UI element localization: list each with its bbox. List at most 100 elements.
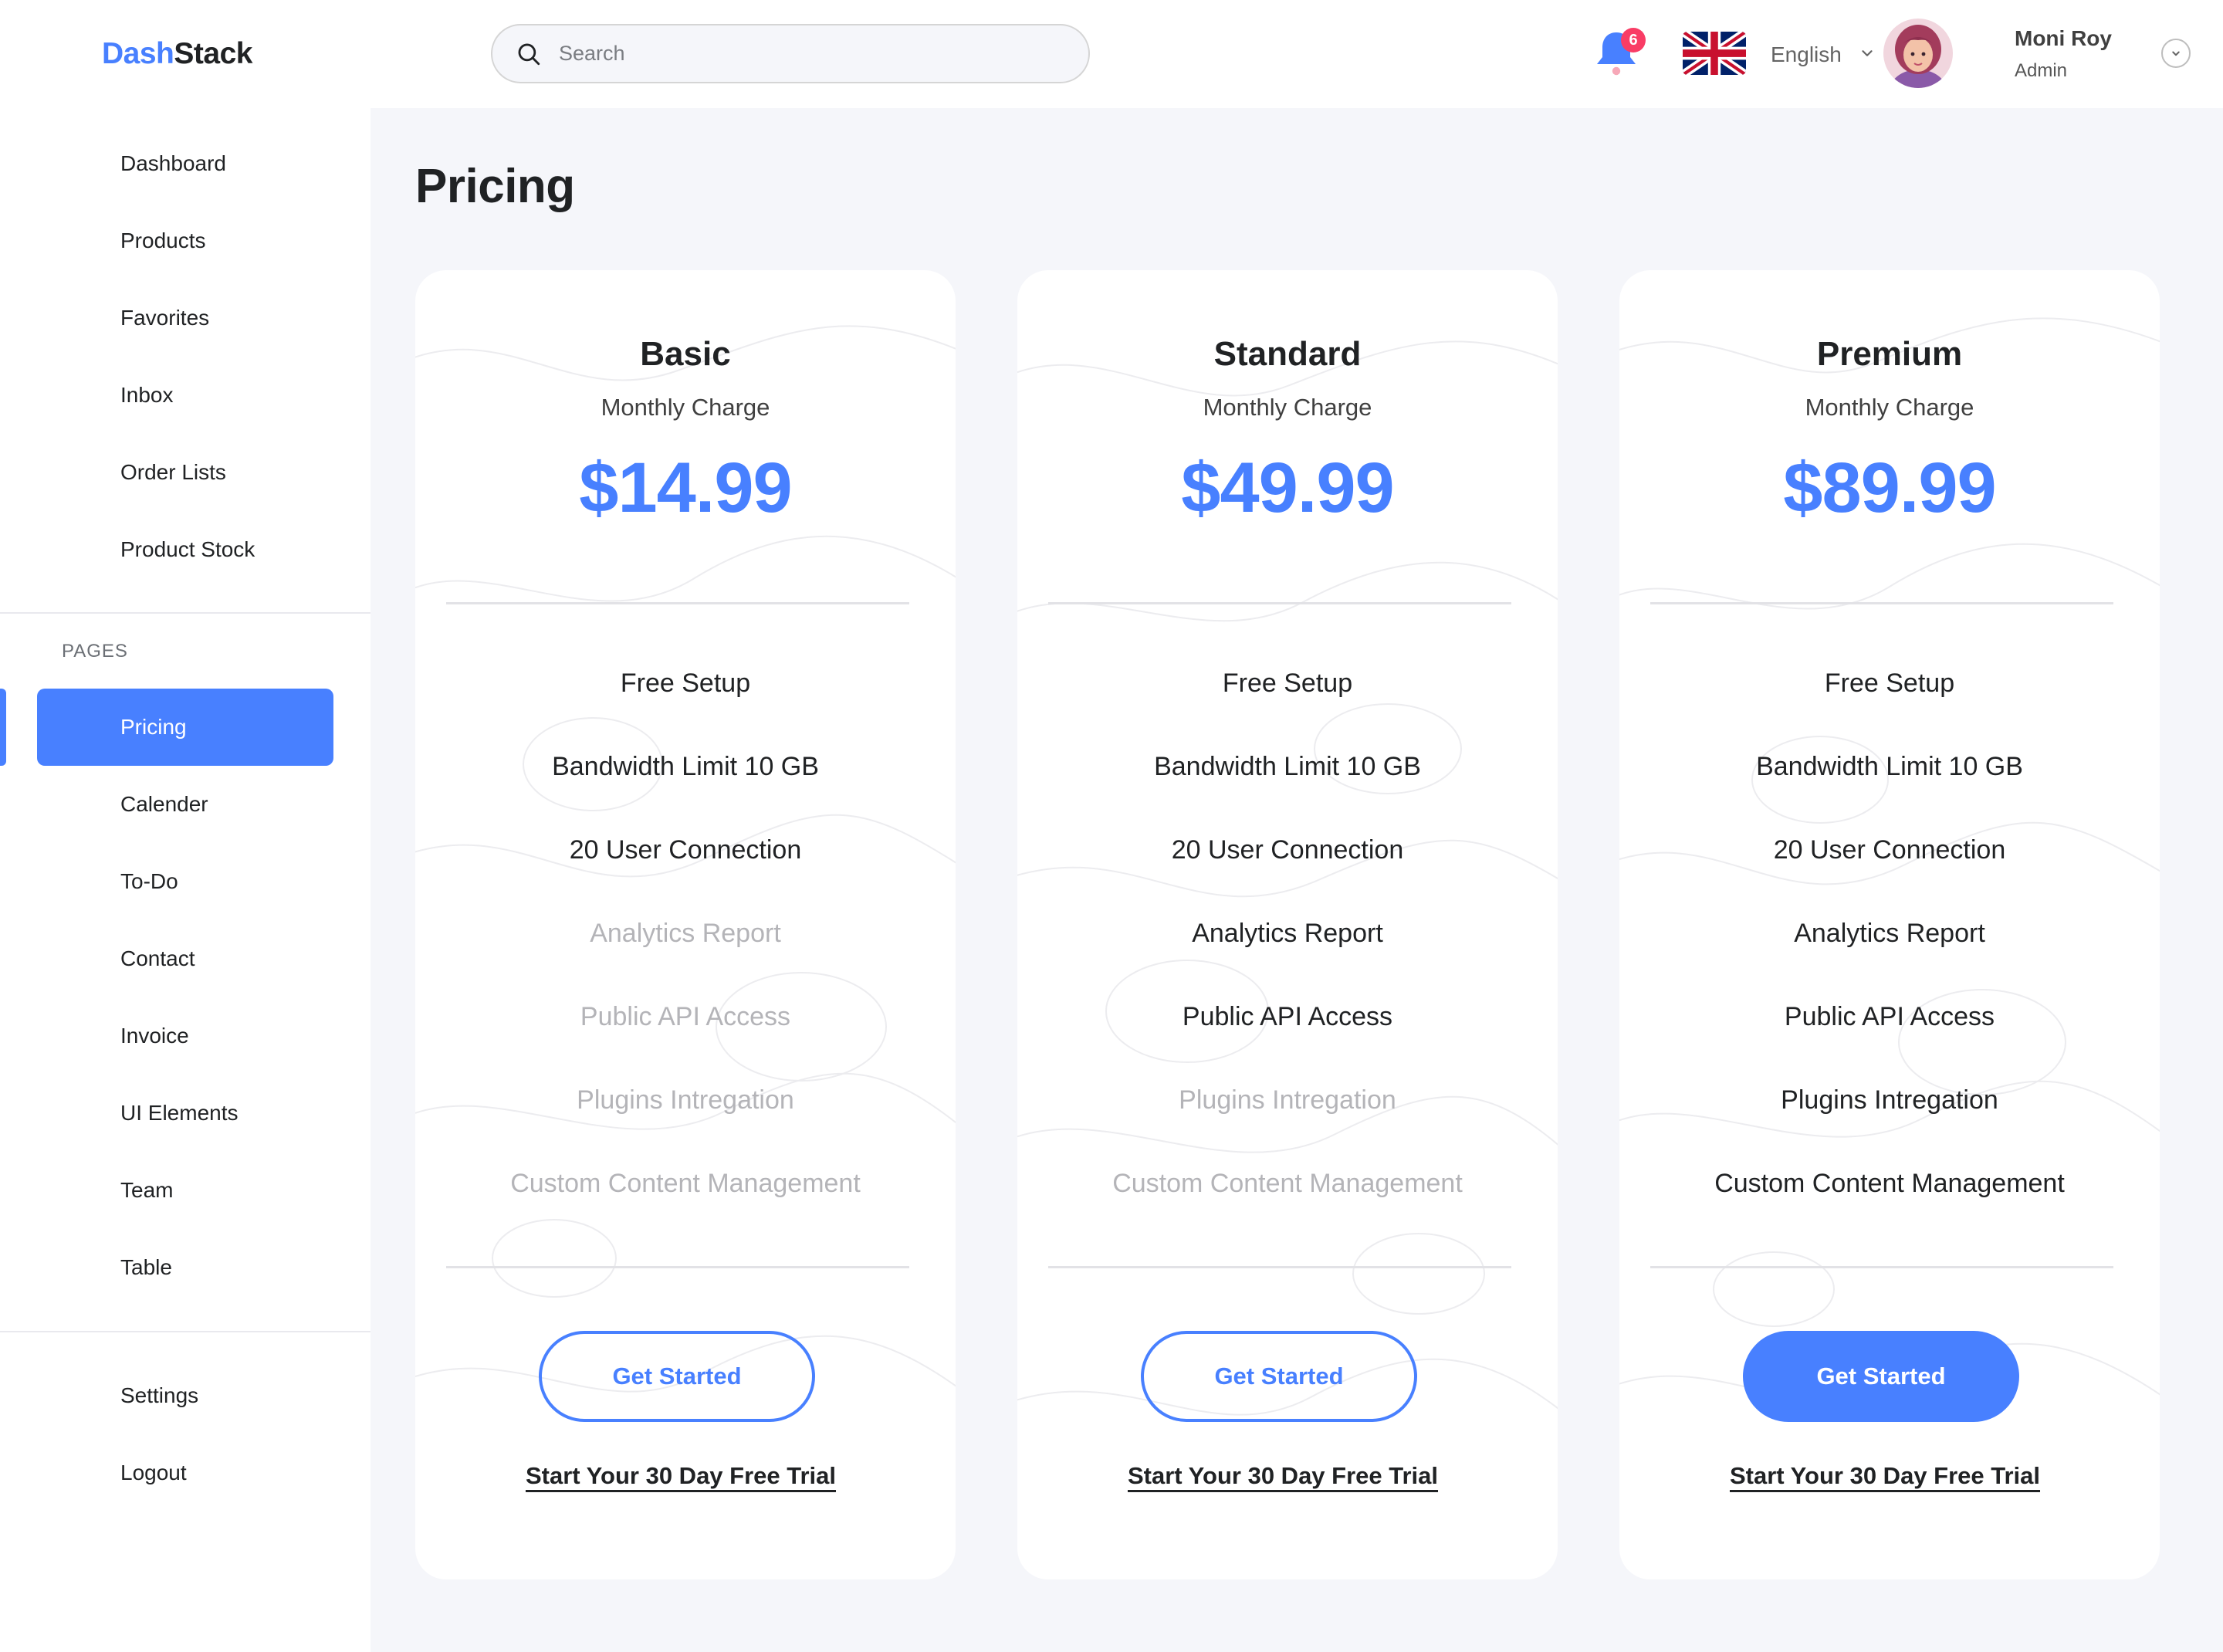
sidebar-item-favorites[interactable]: Favorites: [37, 279, 333, 357]
feature-item: Public API Access: [1182, 1002, 1393, 1031]
plan-price: $89.99: [1783, 449, 1996, 527]
plan-subtitle: Monthly Charge: [1203, 394, 1372, 421]
plan-name: Premium: [1816, 335, 1963, 373]
sidebar-item-label: Products: [120, 229, 206, 252]
sidebar-item-invoice[interactable]: Invoice: [37, 997, 333, 1075]
feature-item: Analytics Report: [590, 919, 781, 948]
sidebar-item-label: Dashboard: [120, 151, 226, 175]
feature-item: Bandwidth Limit 10 GB: [1756, 752, 2023, 781]
sidebar-item-label: Contact: [120, 946, 195, 970]
feature-item: Public API Access: [580, 1002, 791, 1031]
user-name: Moni Roy: [2015, 26, 2112, 50]
plan-subtitle: Monthly Charge: [1805, 394, 1974, 421]
brand-logo-part1: Dash: [102, 37, 174, 70]
page-title: Pricing: [415, 160, 575, 213]
get-started-button[interactable]: Get Started: [1141, 1331, 1417, 1422]
sidebar-item-logout[interactable]: Logout: [37, 1434, 333, 1512]
sidebar-item-label: Favorites: [120, 306, 210, 330]
sidebar-item-label: Table: [120, 1255, 172, 1279]
chevron-down-icon: [2172, 51, 2180, 56]
sidebar-item-product-stock[interactable]: Product Stock: [37, 511, 333, 588]
free-trial-link[interactable]: Start Your 30 Day Free Trial: [1128, 1462, 1438, 1489]
search-icon: [518, 43, 540, 65]
sidebar-item-label: Team: [120, 1178, 174, 1202]
sidebar-item-inbox[interactable]: Inbox: [37, 357, 333, 434]
search-bar[interactable]: [491, 24, 1090, 83]
free-trial-row: Start Your 30 Day Free Trial: [1017, 1462, 1558, 1490]
card-divider: [446, 602, 909, 604]
card-divider: [1048, 1266, 1511, 1268]
sidebar-item-label: Settings: [120, 1383, 199, 1407]
sidebar: DashStack Dashboard Products Favorites I…: [0, 0, 370, 1652]
card-divider: [1650, 1266, 2113, 1268]
get-started-button[interactable]: Get Started: [1743, 1331, 2019, 1422]
sidebar-item-label: Invoice: [120, 1024, 189, 1048]
feature-item: 20 User Connection: [569, 835, 802, 865]
feature-item: 20 User Connection: [1171, 835, 1404, 865]
card-divider: [1048, 602, 1511, 604]
sidebar-item-pricing[interactable]: Pricing: [37, 689, 333, 766]
plan-name: Basic: [640, 335, 731, 373]
feature-item: Bandwidth Limit 10 GB: [1154, 752, 1421, 781]
sidebar-divider: [0, 612, 370, 614]
feature-item: Free Setup: [1222, 669, 1353, 698]
sidebar-item-label: Logout: [120, 1461, 187, 1484]
sidebar-divider: [0, 1331, 370, 1332]
feature-item: Free Setup: [620, 669, 751, 698]
plan-price: $14.99: [579, 449, 792, 527]
sidebar-item-settings[interactable]: Settings: [37, 1357, 333, 1434]
free-trial-row: Start Your 30 Day Free Trial: [415, 1462, 956, 1490]
sidebar-item-dashboard[interactable]: Dashboard: [37, 125, 333, 202]
feature-item: Plugins Intregation: [577, 1085, 794, 1115]
feature-item: Public API Access: [1784, 1002, 1995, 1031]
pricing-card-premium: Premium Monthly Charge $89.99 Free Setup…: [1619, 270, 2160, 1579]
sidebar-item-label: To-Do: [120, 869, 178, 893]
uk-flag-icon[interactable]: [1683, 32, 1746, 75]
card-divider: [1650, 602, 2113, 604]
search-input[interactable]: [559, 42, 1053, 66]
card-divider: [446, 1266, 909, 1268]
sidebar-item-label: Order Lists: [120, 460, 226, 484]
free-trial-link[interactable]: Start Your 30 Day Free Trial: [1730, 1462, 2040, 1489]
plan-price: $49.99: [1181, 449, 1394, 527]
sidebar-item-label: Product Stock: [120, 537, 255, 561]
feature-item: Analytics Report: [1794, 919, 1985, 948]
plan-subtitle: Monthly Charge: [601, 394, 770, 421]
sidebar-item-label: UI Elements: [120, 1101, 239, 1125]
sidebar-item-products[interactable]: Products: [37, 202, 333, 279]
sidebar-section-label: PAGES: [62, 641, 128, 662]
get-started-button[interactable]: Get Started: [539, 1331, 815, 1422]
active-indicator: [0, 689, 6, 766]
feature-item: Plugins Intregation: [1781, 1085, 1998, 1115]
avatar[interactable]: [1883, 19, 1953, 88]
sidebar-item-contact[interactable]: Contact: [37, 920, 333, 997]
feature-item: Custom Content Management: [510, 1169, 861, 1198]
sidebar-item-label: Pricing: [120, 715, 187, 739]
feature-item: Free Setup: [1824, 669, 1955, 698]
feature-item: Plugins Intregation: [1179, 1085, 1396, 1115]
feature-item: Bandwidth Limit 10 GB: [552, 752, 819, 781]
chevron-down-icon[interactable]: [1859, 45, 1876, 62]
free-trial-row: Start Your 30 Day Free Trial: [1619, 1462, 2160, 1490]
top-header: 6 English Moni Roy Admin: [370, 0, 2223, 108]
brand-logo-part2: Stack: [174, 37, 252, 70]
sidebar-item-order-lists[interactable]: Order Lists: [37, 434, 333, 511]
pricing-card-standard: Standard Monthly Charge $49.99 Free Setu…: [1017, 270, 1558, 1579]
feature-item: 20 User Connection: [1773, 835, 2006, 865]
sidebar-item-to-do[interactable]: To-Do: [37, 843, 333, 920]
feature-item: Analytics Report: [1192, 919, 1383, 948]
free-trial-link[interactable]: Start Your 30 Day Free Trial: [526, 1462, 836, 1489]
brand-logo[interactable]: DashStack: [102, 37, 252, 71]
feature-item: Custom Content Management: [1714, 1169, 2065, 1198]
sidebar-item-team[interactable]: Team: [37, 1152, 333, 1229]
language-label[interactable]: English: [1771, 42, 1842, 67]
plan-name: Standard: [1213, 335, 1362, 373]
sidebar-item-label: Calender: [120, 792, 208, 816]
sidebar-item-ui-elements[interactable]: UI Elements: [37, 1075, 333, 1152]
sidebar-item-table[interactable]: Table: [37, 1229, 333, 1306]
feature-item: Custom Content Management: [1112, 1169, 1463, 1198]
sidebar-item-calender[interactable]: Calender: [37, 766, 333, 843]
pricing-card-basic: Basic Monthly Charge $14.99 Free Setup B…: [415, 270, 956, 1579]
profile-menu-toggle[interactable]: [2161, 39, 2191, 68]
notification-badge: 6: [1621, 28, 1646, 52]
